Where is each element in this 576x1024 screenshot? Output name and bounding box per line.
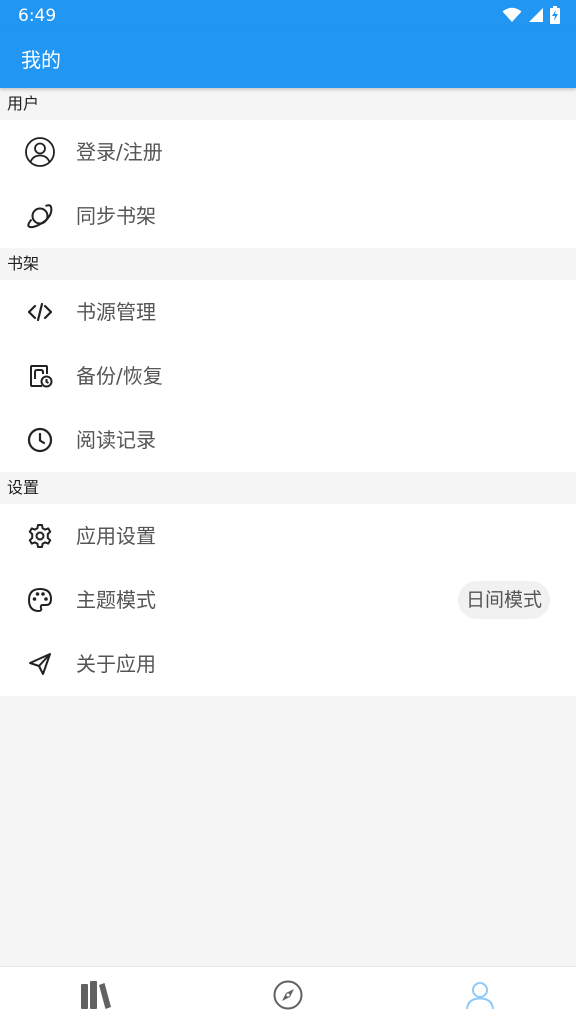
section-header-bookshelf: 书架 <box>0 248 576 280</box>
menu-item-label: 主题模式 <box>76 588 156 612</box>
menu-item-label: 阅读记录 <box>76 428 156 452</box>
nav-tab-discover[interactable] <box>270 979 306 1015</box>
section-header-user: 用户 <box>0 88 576 120</box>
card-settings: 应用设置 主题模式 日间模式 关于应用 <box>0 504 576 696</box>
gear-icon <box>24 520 56 552</box>
user-circle-icon <box>24 136 56 168</box>
cell-signal-icon <box>528 7 544 27</box>
wifi-icon <box>502 7 522 27</box>
menu-item-reading-history[interactable]: 阅读记录 <box>0 408 576 472</box>
backup-icon <box>24 360 56 392</box>
clock-icon <box>24 424 56 456</box>
profile-icon <box>465 980 495 1014</box>
card-user: 登录/注册 同步书架 <box>0 120 576 248</box>
menu-item-sync-bookshelf[interactable]: 同步书架 <box>0 184 576 248</box>
send-icon <box>24 648 56 680</box>
menu-item-about[interactable]: 关于应用 <box>0 632 576 696</box>
menu-item-backup-restore[interactable]: 备份/恢复 <box>0 344 576 408</box>
battery-charging-icon <box>550 6 560 28</box>
nav-tab-profile[interactable] <box>462 979 498 1015</box>
menu-item-label: 同步书架 <box>76 204 156 228</box>
section-title-bookshelf: 书架 <box>7 254 40 273</box>
menu-item-label: 书源管理 <box>76 300 156 324</box>
status-time: 6:49 <box>18 6 57 26</box>
menu-item-label: 关于应用 <box>76 652 156 676</box>
page-title: 我的 <box>21 48 61 72</box>
bottom-navigation <box>0 966 576 1024</box>
planet-icon <box>24 200 56 232</box>
status-bar: 6:49 <box>0 0 576 32</box>
bookshelf-icon <box>80 980 112 1014</box>
menu-item-label: 备份/恢复 <box>76 364 163 388</box>
compass-icon <box>272 979 304 1015</box>
app-bar: 我的 <box>0 32 576 88</box>
menu-item-theme-mode[interactable]: 主题模式 日间模式 <box>0 568 576 632</box>
profile-screen: 6:49 我的 用户 登录/注册 同步书架 书架 书源管理 备份/恢复 阅读记录… <box>0 0 576 1024</box>
menu-item-login[interactable]: 登录/注册 <box>0 120 576 184</box>
status-icons <box>502 6 560 28</box>
section-title-user: 用户 <box>7 94 40 113</box>
theme-mode-value: 日间模式 <box>457 581 550 619</box>
menu-item-source-manage[interactable]: 书源管理 <box>0 280 576 344</box>
code-icon <box>24 296 56 328</box>
palette-icon <box>24 584 56 616</box>
section-header-settings: 设置 <box>0 472 576 504</box>
menu-item-app-settings[interactable]: 应用设置 <box>0 504 576 568</box>
section-title-settings: 设置 <box>7 478 40 497</box>
menu-item-label: 应用设置 <box>76 524 156 548</box>
card-bookshelf: 书源管理 备份/恢复 阅读记录 <box>0 280 576 472</box>
nav-tab-bookshelf[interactable] <box>78 979 114 1015</box>
menu-item-label: 登录/注册 <box>76 140 163 164</box>
